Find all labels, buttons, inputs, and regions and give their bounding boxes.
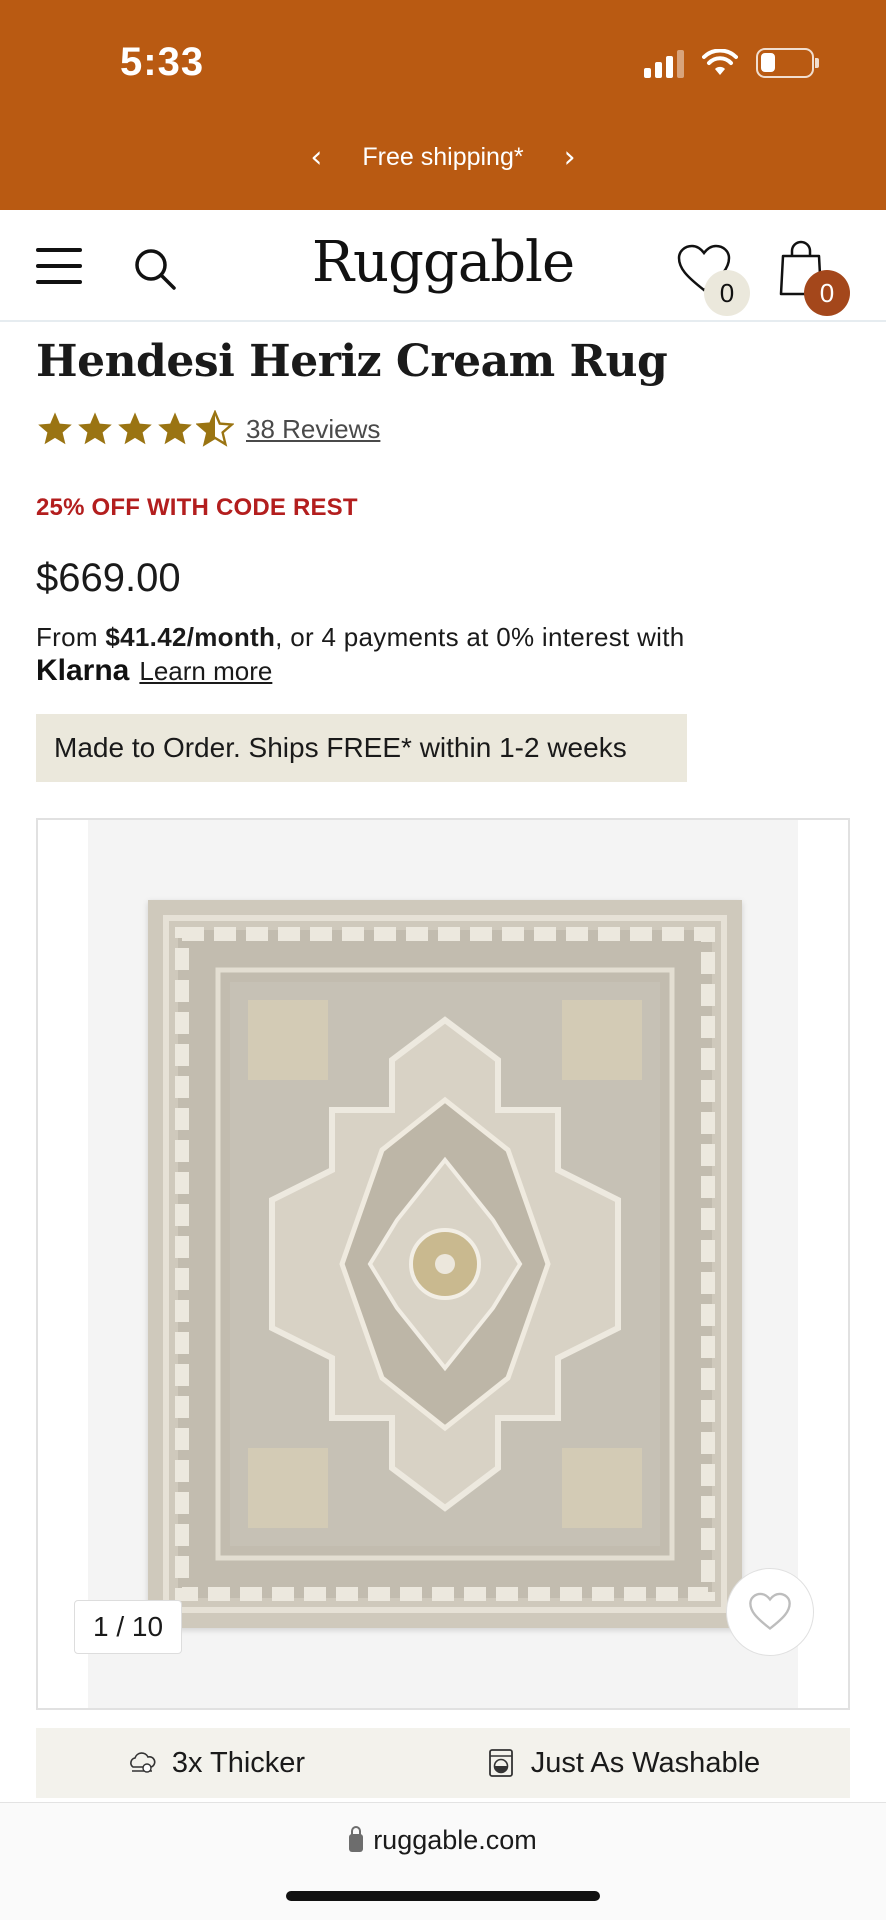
feature-strip: 3x Thicker Just As Washable	[36, 1728, 850, 1798]
star-rating	[36, 410, 234, 448]
product-image-gallery[interactable]: 1 / 10	[36, 818, 850, 1710]
promo-prev-arrow[interactable]: ‹	[310, 140, 322, 175]
promo-banner: ‹ Free shipping* ›	[0, 140, 886, 175]
feature-thicker: 3x Thicker	[126, 1747, 305, 1780]
address-bar[interactable]: ruggable.com	[0, 1825, 886, 1856]
cloud-layers-icon	[129, 1752, 156, 1773]
lock-icon	[349, 1825, 364, 1852]
cart-count-badge: 0	[804, 270, 850, 316]
klarna-suffix: , or 4 payments at 0% interest with	[275, 622, 685, 652]
star-icon	[38, 412, 72, 445]
product-title: Hendesi Heriz Cream Rug	[36, 336, 668, 387]
star-icon	[158, 412, 192, 445]
site-header: Ruggable 0 0	[0, 210, 886, 322]
status-time: 5:33	[120, 40, 205, 84]
browser-bottom-bar: ruggable.com	[0, 1802, 886, 1920]
promo-text[interactable]: Free shipping*	[362, 143, 523, 172]
shipping-note: Made to Order. Ships FREE* within 1-2 we…	[36, 714, 687, 782]
promo-code-text: 25% OFF WITH CODE REST	[36, 494, 358, 521]
klarna-monthly-amount: $41.42/month	[105, 622, 276, 652]
url-text: ruggable.com	[373, 1825, 537, 1855]
product-price: $669.00	[36, 556, 181, 600]
gallery-image-counter: 1 / 10	[74, 1600, 182, 1654]
product-rating: 38 Reviews	[36, 410, 380, 448]
status-icons	[644, 48, 819, 78]
home-indicator[interactable]	[286, 1891, 600, 1901]
feature-washable: Just As Washable	[485, 1747, 760, 1780]
star-icon	[118, 412, 152, 445]
wishlist-count-badge: 0	[704, 270, 750, 316]
rug-product-image[interactable]	[148, 900, 742, 1628]
wifi-icon	[702, 49, 738, 75]
klarna-learn-more-link[interactable]: Learn more	[139, 656, 272, 687]
klarna-prefix: From	[36, 622, 106, 652]
washing-machine-icon	[488, 1749, 513, 1777]
star-icon	[78, 412, 112, 445]
klarna-financing-text: From $41.42/month, or 4 payments at 0% i…	[36, 622, 685, 653]
cellular-signal-icon	[644, 48, 684, 78]
half-star-icon	[196, 410, 234, 447]
heart-outline-icon	[749, 1592, 791, 1630]
feature-label: 3x Thicker	[171, 1746, 306, 1779]
klarna-row: Klarna Learn more	[36, 654, 272, 688]
favorite-button[interactable]	[726, 1568, 814, 1656]
site-logo[interactable]: Ruggable	[0, 230, 886, 295]
klarna-logo: Klarna	[36, 654, 130, 687]
feature-label: Just As Washable	[530, 1746, 761, 1779]
top-banner-area: 5:33 ‹ Free shipping* ›	[0, 0, 886, 210]
reviews-link[interactable]: 38 Reviews	[246, 414, 380, 445]
promo-next-arrow[interactable]: ›	[564, 140, 576, 175]
battery-icon	[756, 48, 819, 78]
